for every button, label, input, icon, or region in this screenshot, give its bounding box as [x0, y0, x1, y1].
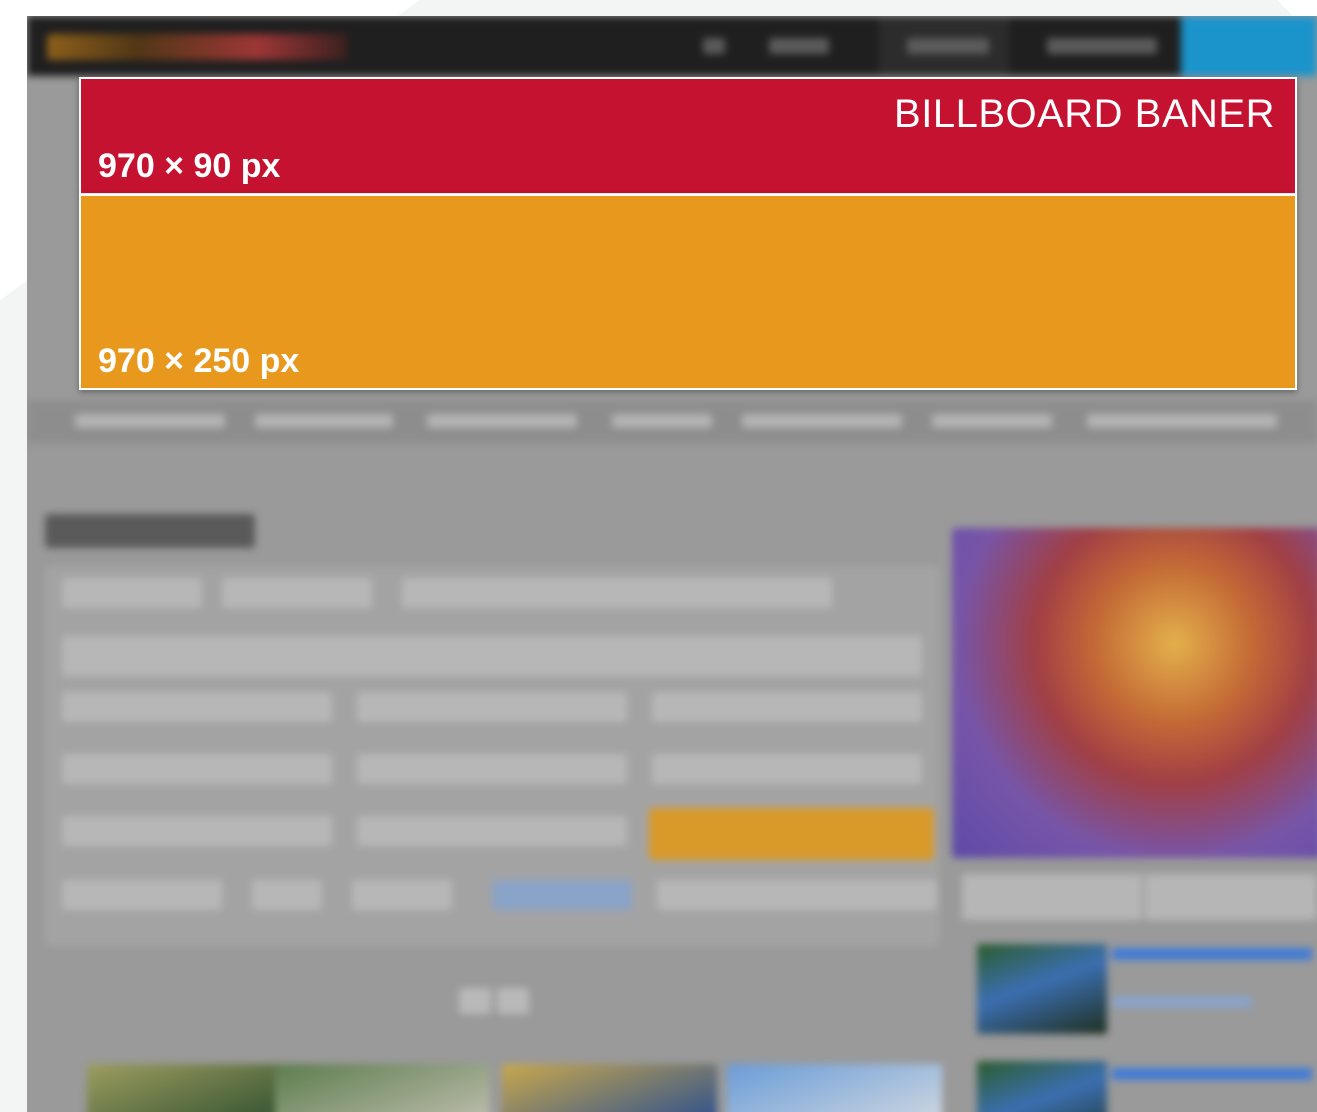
large-banner-ad: 970 × 250 px [79, 194, 1297, 390]
header-nav-item [769, 38, 829, 54]
billboard-banner-ad: BILLBOARD BANER 970 × 90 px [79, 77, 1297, 195]
form-field [62, 578, 202, 608]
form-field [62, 880, 222, 910]
menu-item [255, 414, 393, 428]
sidebar-thumbnail [977, 944, 1107, 1034]
menu-item [1087, 414, 1277, 428]
header-nav-item [907, 38, 989, 54]
site-header [27, 16, 1317, 76]
site-logo [47, 34, 347, 60]
form-field [402, 578, 832, 608]
listing-thumbnail [275, 1064, 490, 1112]
listing-thumbnail [87, 1064, 287, 1112]
form-field [357, 816, 627, 846]
menu-item [932, 414, 1052, 428]
sidebar-tab [1145, 874, 1317, 920]
form-field [222, 578, 372, 608]
billboard-banner-title: BILLBOARD BANER [894, 92, 1275, 136]
pager-button [459, 988, 491, 1014]
menu-item [427, 414, 577, 428]
large-banner-size: 970 × 250 px [98, 342, 300, 380]
form-field [62, 754, 332, 784]
header-nav-item [703, 38, 725, 54]
header-nav-item [1047, 38, 1157, 54]
listing-thumbnail [727, 1064, 942, 1112]
sidebar-thumbnail [977, 1061, 1107, 1112]
listing-thumbnail [502, 1064, 717, 1112]
menu-item [612, 414, 712, 428]
sidebar-tab [962, 874, 1142, 920]
billboard-banner-size: 970 × 90 px [98, 147, 281, 185]
form-field [252, 880, 322, 910]
sidebar-link [1112, 1068, 1312, 1080]
sidebar-link [1112, 996, 1252, 1008]
page-title-placeholder [45, 514, 255, 548]
form-field [62, 816, 332, 846]
form-field [62, 636, 922, 676]
form-field [652, 692, 922, 722]
pager-button [497, 988, 529, 1014]
sidebar-link [1112, 948, 1312, 960]
form-field [657, 880, 937, 910]
form-field [357, 692, 627, 722]
form-field [62, 692, 332, 722]
form-field [652, 754, 922, 784]
sidebar-image [952, 528, 1317, 858]
header-blue-button [1181, 16, 1317, 76]
search-button-placeholder [649, 808, 934, 860]
form-field [357, 754, 627, 784]
form-field [352, 880, 452, 910]
menu-item [75, 414, 225, 428]
form-field [492, 880, 632, 910]
menu-item [742, 414, 902, 428]
